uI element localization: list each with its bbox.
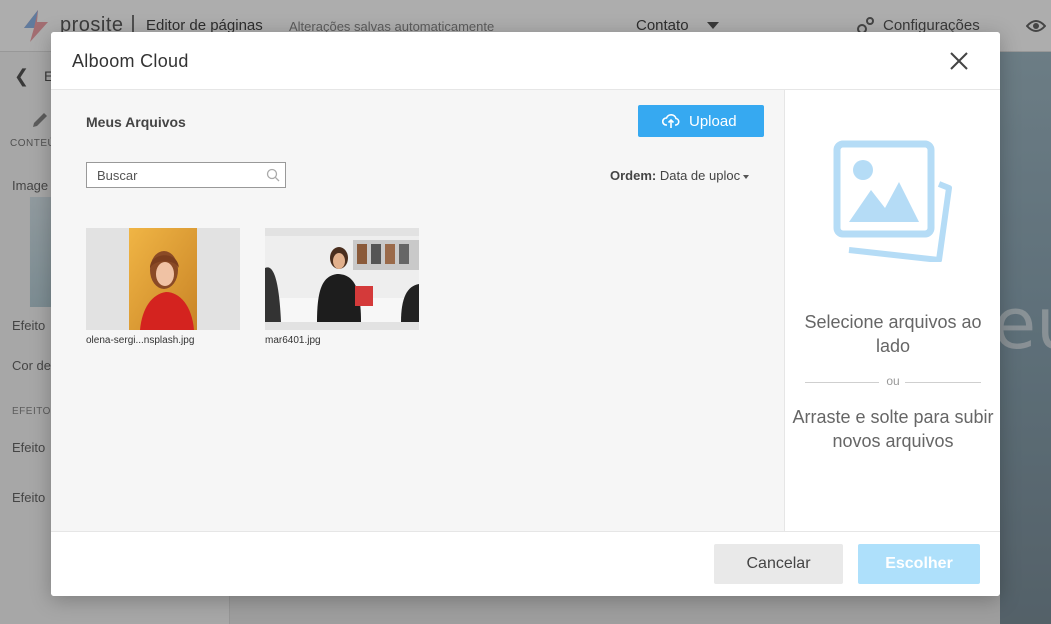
- order-value: Data de uploc: [659, 168, 741, 183]
- close-icon[interactable]: [947, 49, 971, 73]
- image-gallery-icon: [833, 140, 952, 262]
- dropzone-select-text: Selecione arquivos ao lado: [804, 312, 982, 356]
- file-thumbnail[interactable]: [86, 228, 240, 330]
- file-thumbnail[interactable]: [265, 228, 419, 330]
- cancel-button[interactable]: Cancelar: [714, 544, 843, 584]
- file-item[interactable]: mar6401.jpg: [265, 228, 419, 346]
- file-name: olena-sergi...nsplash.jpg: [86, 335, 195, 346]
- dropzone[interactable]: Selecione arquivos ao lado ou Arraste e …: [784, 90, 1000, 531]
- divider-right: [905, 382, 981, 383]
- modal-footer: Cancelar Escolher: [51, 531, 1000, 596]
- dropzone-or-text: ou: [886, 374, 900, 388]
- caret-down-icon: [743, 174, 750, 179]
- files-heading: Meus Arquivos: [86, 114, 186, 130]
- search-input[interactable]: [87, 163, 262, 187]
- portrait-photo-icon: [86, 228, 240, 330]
- cloud-upload-icon: [662, 114, 680, 128]
- search-box[interactable]: [86, 162, 286, 188]
- choose-button[interactable]: Escolher: [858, 544, 980, 584]
- modal-title: Alboom Cloud: [72, 51, 189, 71]
- order-dropdown[interactable]: Ordem: Data de uploc: [610, 168, 750, 183]
- store-photo-icon: [265, 228, 419, 330]
- upload-button[interactable]: Upload: [638, 105, 764, 137]
- modal-header: Alboom Cloud: [51, 32, 1000, 90]
- dropzone-drag-text: Arraste e solte para subir novos arquivo…: [792, 407, 994, 451]
- upload-label: Upload: [689, 113, 737, 130]
- files-panel: Meus Arquivos Upload Ordem: Data de uplo…: [51, 90, 784, 531]
- alboom-cloud-modal: Alboom Cloud Meus Arquivos Upload Ordem:: [51, 32, 1000, 596]
- search-icon[interactable]: [266, 168, 280, 182]
- order-label: Ordem:: [610, 168, 657, 183]
- file-item[interactable]: olena-sergi...nsplash.jpg: [86, 228, 240, 346]
- file-name: mar6401.jpg: [265, 335, 321, 346]
